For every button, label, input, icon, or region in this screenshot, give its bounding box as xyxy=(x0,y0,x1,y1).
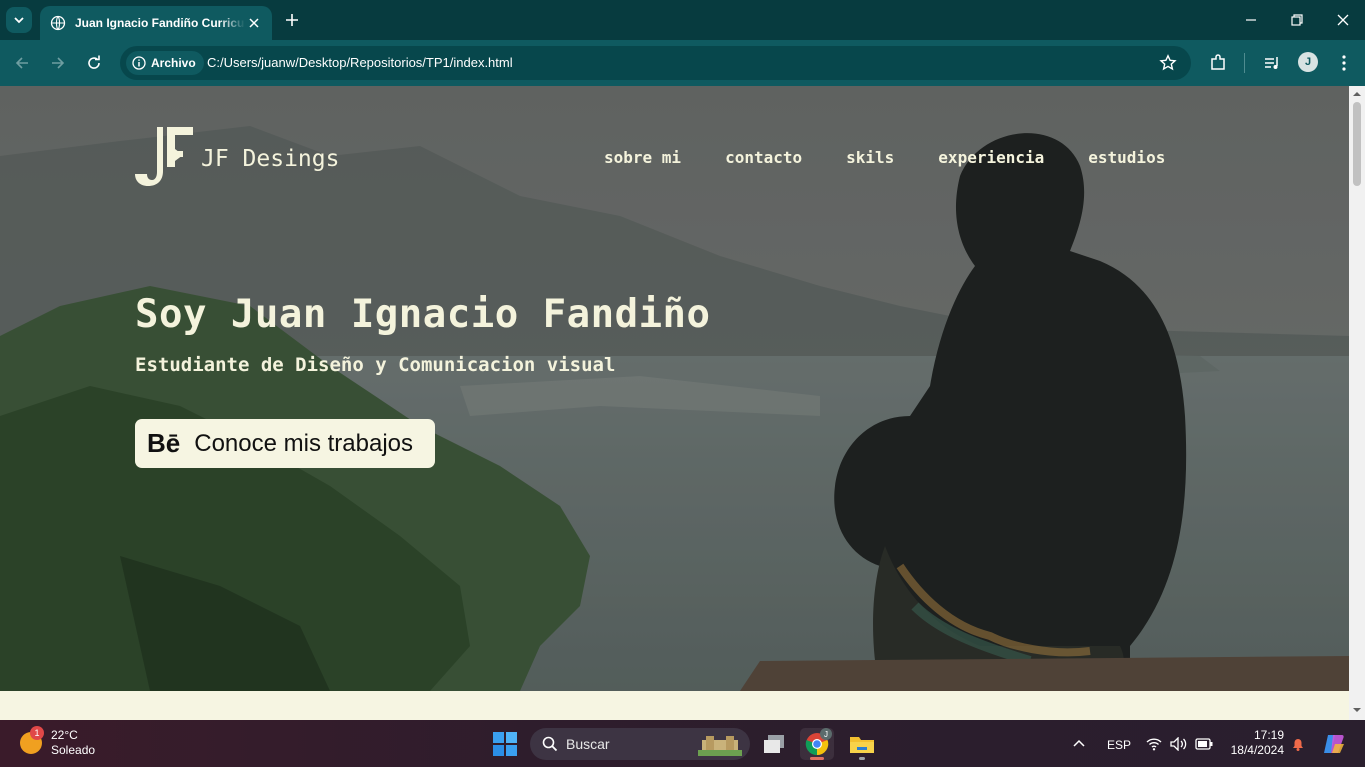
windows-start-icon[interactable] xyxy=(493,732,517,756)
url-text[interactable]: C:/Users/juanw/Desktop/Repositorios/TP1/… xyxy=(207,55,513,70)
page-scrollbar[interactable] xyxy=(1349,86,1365,720)
scroll-down-icon[interactable] xyxy=(1353,706,1361,714)
info-icon xyxy=(132,56,146,70)
hero-section: JF Desings sobre mi contacto skils exper… xyxy=(0,86,1349,691)
nav-link-skils[interactable]: skils xyxy=(846,148,894,167)
browser-toolbar: Archivo C:/Users/juanw/Desktop/Repositor… xyxy=(0,40,1365,86)
close-window-icon[interactable] xyxy=(1333,10,1353,30)
extensions-icon[interactable] xyxy=(1208,53,1228,73)
reload-icon[interactable] xyxy=(84,53,104,73)
scroll-up-icon[interactable] xyxy=(1353,90,1361,98)
toolbar-divider xyxy=(1244,53,1245,73)
weather-desc: Soleado xyxy=(51,743,96,757)
scrollbar-thumb[interactable] xyxy=(1353,102,1361,186)
browser-tab[interactable]: Juan Ignacio Fandiño Curriculum xyxy=(40,6,272,40)
battery-icon[interactable] xyxy=(1195,738,1213,750)
weather-temp: 22°C xyxy=(51,728,78,742)
active-app-indicator xyxy=(810,757,824,760)
search-highlight-icon xyxy=(698,736,742,756)
chrome-profile-badge: J xyxy=(820,728,832,740)
address-bar[interactable]: Archivo C:/Users/juanw/Desktop/Repositor… xyxy=(120,46,1191,80)
minimize-icon[interactable] xyxy=(1241,10,1261,30)
behance-works-button[interactable]: Bē Conoce mis trabajos xyxy=(135,419,435,468)
clock-date: 18/4/2024 xyxy=(1230,743,1284,757)
nav-link-experiencia[interactable]: experiencia xyxy=(938,148,1044,167)
forward-arrow-icon[interactable] xyxy=(48,53,68,73)
hero-heading: Soy Juan Ignacio Fandiño xyxy=(135,292,711,337)
show-hidden-icons-chevron[interactable] xyxy=(1072,737,1086,751)
task-view-button[interactable] xyxy=(757,728,791,760)
taskbar-search[interactable]: Buscar xyxy=(530,728,750,760)
sun-icon: 1 xyxy=(20,726,44,754)
site-nav: sobre mi contacto skils experiencia estu… xyxy=(604,148,1209,167)
app-running-indicator xyxy=(859,757,865,760)
site-info-chip[interactable]: Archivo xyxy=(126,51,204,75)
behance-icon: Bē xyxy=(147,428,181,458)
weather-widget[interactable]: 1 22°C Soleado xyxy=(20,726,96,758)
nav-link-contacto[interactable]: contacto xyxy=(725,148,802,167)
wifi-icon[interactable] xyxy=(1146,737,1162,751)
profile-avatar[interactable]: J xyxy=(1298,52,1318,72)
windows-taskbar: 1 22°C Soleado Buscar J ESP 17:19 18/4/2… xyxy=(0,720,1365,767)
chevron-down-icon xyxy=(14,17,24,24)
taskbar-chrome[interactable]: J xyxy=(800,728,834,760)
new-tab-icon[interactable] xyxy=(282,10,302,30)
tab-strip: Juan Ignacio Fandiño Curriculum xyxy=(0,0,1365,40)
jf-logo-icon xyxy=(135,127,193,186)
site-logo[interactable]: JF Desings xyxy=(135,127,339,187)
nav-link-sobre-mi[interactable]: sobre mi xyxy=(604,148,681,167)
security-chip-label: Archivo xyxy=(151,56,196,70)
tab-search-button[interactable] xyxy=(6,7,32,33)
notification-bell-icon[interactable] xyxy=(1290,736,1306,752)
weather-badge: 1 xyxy=(30,726,44,740)
folder-icon xyxy=(850,737,874,753)
logo-text: JF Desings xyxy=(201,146,340,172)
copilot-icon[interactable] xyxy=(1322,732,1346,756)
close-tab-icon[interactable] xyxy=(246,15,262,31)
taskbar-file-explorer[interactable] xyxy=(845,728,879,760)
globe-icon xyxy=(50,15,66,31)
volume-icon[interactable] xyxy=(1170,737,1188,751)
kebab-menu-icon[interactable] xyxy=(1334,53,1354,73)
cta-label: Conoce mis trabajos xyxy=(194,429,414,457)
page-viewport: JF Desings sobre mi contacto skils exper… xyxy=(0,86,1349,720)
back-arrow-icon[interactable] xyxy=(12,53,32,73)
system-clock[interactable]: 17:19 18/4/2024 xyxy=(1231,728,1284,758)
clock-time: 17:19 xyxy=(1253,728,1284,742)
restore-icon[interactable] xyxy=(1287,10,1307,30)
input-language[interactable]: ESP xyxy=(1107,738,1131,752)
task-view-icon xyxy=(764,735,784,753)
search-icon xyxy=(542,736,558,752)
nav-link-estudios[interactable]: estudios xyxy=(1088,148,1165,167)
search-placeholder: Buscar xyxy=(566,736,610,752)
tab-title: Juan Ignacio Fandiño Curriculum xyxy=(75,16,245,30)
media-controls-icon[interactable] xyxy=(1262,53,1282,73)
bookmark-star-icon[interactable] xyxy=(1159,54,1177,72)
hero-subheading: Estudiante de Diseño y Comunicacion visu… xyxy=(135,354,616,376)
